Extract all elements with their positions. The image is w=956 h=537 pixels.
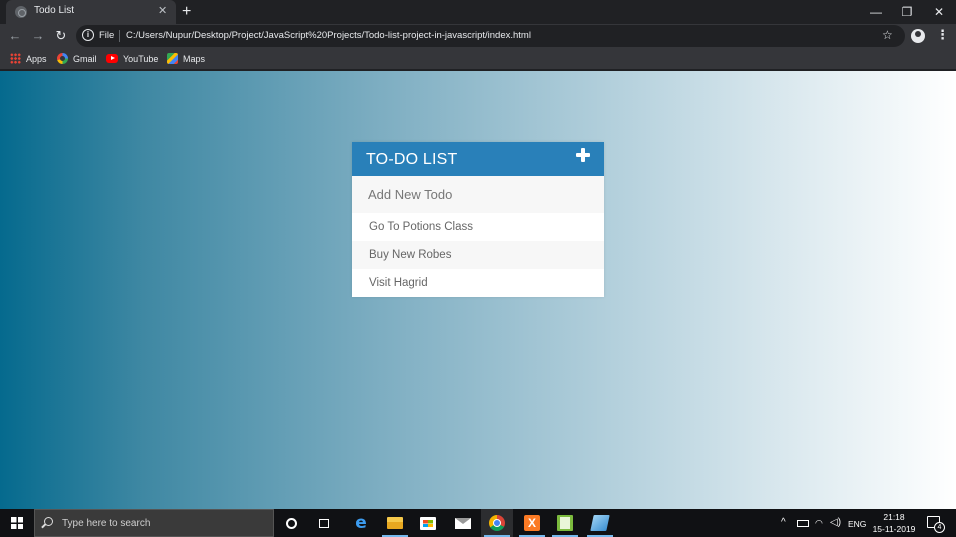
taskbar-edge[interactable]: e — [345, 509, 377, 537]
minimize-button[interactable]: — — [861, 3, 891, 21]
folder-icon — [387, 517, 403, 529]
language-indicator[interactable]: ENG — [848, 518, 866, 530]
plus-icon[interactable] — [576, 148, 590, 162]
bookmark-star-icon[interactable]: ☆ — [882, 28, 893, 42]
mail-icon — [455, 518, 471, 529]
address-bar[interactable]: i File C:/Users/Nupur/Desktop/Project/Ja… — [76, 25, 905, 47]
taskbar-clock[interactable]: 21:18 15-11-2019 — [866, 511, 922, 535]
bookmark-youtube[interactable]: YouTube — [106, 52, 158, 66]
close-window-button[interactable]: ✕ — [924, 3, 954, 21]
bookmark-apps[interactable]: Apps — [10, 52, 47, 66]
todo-card: TO-DO LIST Go To Potions Class Buy New R… — [352, 142, 604, 297]
taskbar-xampp[interactable]: X — [516, 509, 548, 537]
notification-count-badge: 4 — [934, 522, 945, 533]
globe-icon — [15, 6, 27, 18]
apps-grid-icon — [10, 53, 21, 64]
cortana-button[interactable] — [275, 509, 307, 537]
edge-icon: e — [355, 513, 367, 533]
youtube-icon — [106, 54, 118, 63]
maps-icon — [167, 53, 178, 64]
back-button[interactable]: ← — [7, 28, 23, 44]
store-icon — [420, 517, 436, 530]
taskbar-search-box[interactable]: Type here to search — [34, 509, 274, 537]
taskbar-chrome[interactable] — [481, 509, 513, 537]
tab-close-icon[interactable]: ✕ — [158, 4, 167, 18]
info-icon[interactable]: i — [82, 29, 94, 41]
bookmark-maps[interactable]: Maps — [167, 52, 205, 66]
todo-list: Go To Potions Class Buy New Robes Visit … — [352, 213, 604, 297]
restore-button[interactable]: ❐ — [892, 3, 922, 21]
page-background: TO-DO LIST Go To Potions Class Buy New R… — [0, 71, 956, 509]
xampp-icon: X — [524, 515, 540, 531]
clock-date: 15-11-2019 — [872, 524, 916, 534]
taskbar-file-explorer[interactable] — [379, 509, 411, 537]
start-button[interactable] — [0, 509, 34, 537]
tray-chevron-icon[interactable]: ^ — [781, 517, 786, 529]
wifi-icon[interactable]: ◠ — [815, 517, 823, 529]
google-icon — [57, 53, 68, 64]
browser-titlebar: Todo List ✕ + — ❐ ✕ — [0, 0, 956, 24]
taskbar-notepadpp[interactable] — [549, 509, 581, 537]
notepad-icon — [557, 515, 573, 531]
reload-button[interactable]: ↻ — [53, 28, 69, 44]
todo-title: TO-DO LIST — [366, 151, 458, 168]
bookmarks-bar: Apps Gmail YouTube Maps — [0, 48, 956, 70]
taskbar-mail[interactable] — [447, 509, 479, 537]
forward-button[interactable]: → — [30, 28, 46, 44]
task-view-icon — [319, 519, 329, 528]
todo-header: TO-DO LIST — [352, 142, 604, 176]
battery-icon[interactable] — [797, 520, 809, 527]
todo-item[interactable]: Go To Potions Class — [352, 213, 604, 241]
scheme-label: File — [99, 30, 115, 41]
divider — [119, 30, 120, 42]
todo-item[interactable]: Buy New Robes — [352, 241, 604, 269]
windows-taskbar: Type here to search e X ^ ◠ ◁) ENG 21:18… — [0, 509, 956, 537]
new-todo-input[interactable] — [352, 176, 604, 213]
cortana-circle-icon — [286, 518, 297, 529]
search-placeholder: Type here to search — [62, 518, 151, 529]
taskbar-store[interactable] — [412, 509, 444, 537]
url-text[interactable]: C:/Users/Nupur/Desktop/Project/JavaScrip… — [126, 30, 531, 41]
browser-tab[interactable]: Todo List ✕ — [6, 0, 176, 24]
volume-icon[interactable]: ◁) — [830, 517, 841, 529]
browser-menu-icon[interactable]: ⋮ — [936, 28, 949, 42]
tab-title: Todo List — [34, 5, 75, 16]
bookmark-gmail[interactable]: Gmail — [57, 52, 97, 66]
windows-logo-icon — [11, 517, 23, 529]
new-tab-button[interactable]: + — [182, 3, 191, 21]
taskbar-app[interactable] — [584, 509, 616, 537]
notes-app-icon — [590, 515, 610, 531]
search-icon — [44, 517, 53, 526]
clock-time: 21:18 — [883, 512, 905, 522]
todo-item[interactable]: Visit Hagrid — [352, 269, 604, 297]
task-view-button[interactable] — [308, 509, 340, 537]
browser-toolbar: ← → ↻ i File C:/Users/Nupur/Desktop/Proj… — [0, 24, 956, 48]
chrome-icon — [489, 515, 505, 531]
profile-avatar-icon[interactable] — [911, 29, 925, 43]
